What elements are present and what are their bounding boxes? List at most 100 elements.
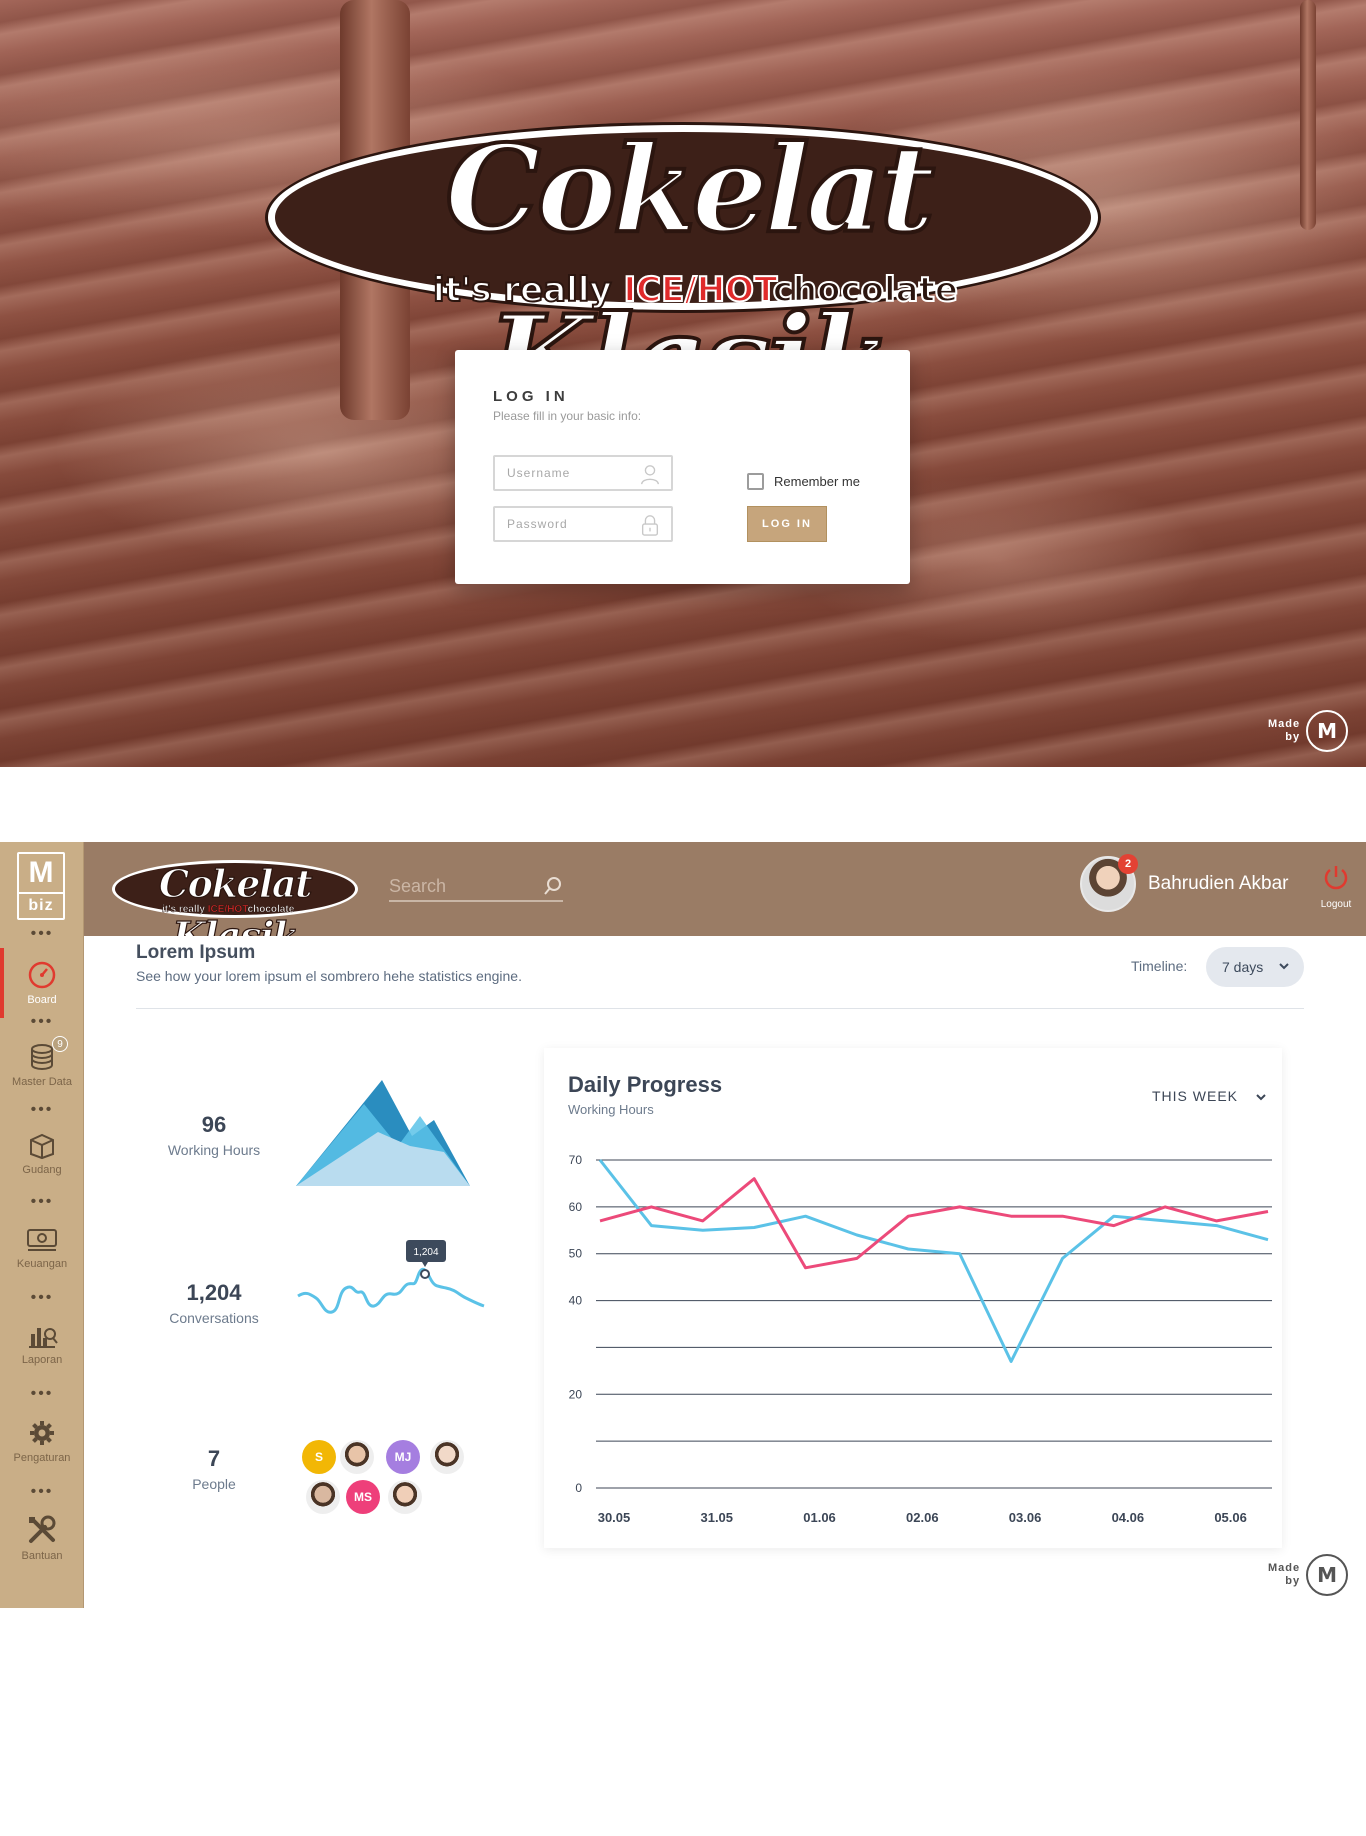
person-avatar-photo[interactable] <box>430 1440 464 1474</box>
made-by-line2: by <box>1285 1575 1301 1587</box>
main-content: Lorem Ipsum See how your lorem ipsum el … <box>84 936 1366 1608</box>
sparkline-tooltip: 1,204 <box>413 1247 438 1258</box>
sidebar: M biz ••• Board ••• 9 Master Data ••• Gu… <box>0 842 84 1608</box>
user-icon <box>641 465 659 485</box>
person-avatar-photo[interactable] <box>306 1480 340 1514</box>
y-tick-label: 20 <box>569 1387 583 1401</box>
x-tick-label: 30.05 <box>598 1510 631 1525</box>
logo-tagline: it's really ICE/HOTchocolate <box>432 269 1033 311</box>
section-divider <box>136 1008 1304 1009</box>
stat-value: 1,204 <box>186 1280 242 1305</box>
x-tick-label: 05.06 <box>1214 1510 1247 1525</box>
made-by-text: Made by <box>1268 718 1300 744</box>
x-tick-label: 03.06 <box>1009 1510 1042 1525</box>
person-avatar-photo[interactable] <box>388 1480 422 1514</box>
separator: ••• <box>30 925 54 942</box>
top-bar: Cokelat Klasik it's really ICE/HOTchocol… <box>84 842 1366 959</box>
search-box[interactable] <box>389 872 563 902</box>
lock-icon <box>641 515 659 536</box>
stat-label: Conversations <box>169 1310 259 1326</box>
brand-logo: Cokelat Klasik it's really ICE/HOTchocol… <box>268 95 1098 432</box>
made-by-badge[interactable]: Made by M <box>1268 1554 1349 1596</box>
stat-label: People <box>192 1476 236 1492</box>
made-by-line2: by <box>1285 731 1301 743</box>
stat-people: 7 People <box>144 1446 284 1492</box>
timeline-label: Timeline: <box>1131 958 1188 974</box>
logo-tag-pre: it's really <box>432 269 613 311</box>
separator: ••• <box>30 1013 54 1030</box>
made-by-line1: Made <box>1268 718 1301 730</box>
person-avatar-photo[interactable] <box>340 1440 374 1474</box>
master-data-badge: 9 <box>52 1036 68 1052</box>
person-avatar-initials[interactable]: MS <box>346 1480 380 1514</box>
password-field[interactable] <box>493 506 673 542</box>
section-title: Lorem Ipsum <box>136 942 256 963</box>
header-logo-tag-red: ICE/HOT <box>207 904 248 916</box>
user-menu[interactable]: 2 Bahrudien Akbar <box>1080 854 1289 912</box>
logout-label: Logout <box>1320 899 1352 910</box>
sidebar-item-pengaturan[interactable]: Pengaturan <box>0 1418 84 1464</box>
password-input[interactable] <box>495 508 625 540</box>
daily-progress-card: Daily Progress Working Hours THIS WEEK 0… <box>544 1048 1282 1548</box>
series-line-1 <box>599 1177 1269 1270</box>
series-line-0 <box>598 1159 1269 1363</box>
login-subtitle: Please fill in your basic info: <box>493 409 642 423</box>
sidebar-item-board[interactable]: Board <box>0 960 84 1006</box>
sidebar-item-label: Bantuan <box>21 1550 63 1562</box>
timeline-select[interactable]: 7 days <box>1206 947 1304 987</box>
person-avatar-initials[interactable]: MJ <box>386 1440 420 1474</box>
box-icon <box>30 1133 54 1160</box>
notification-badge[interactable]: 2 <box>1118 854 1138 874</box>
separator: ••• <box>30 1483 54 1500</box>
daily-progress-chart: 0 20 40 50 60 70 30.05 31.05 01.06 02.06 03.06 04.0… <box>569 1153 1272 1525</box>
username-input[interactable] <box>495 457 625 489</box>
sidebar-item-label: Gudang <box>22 1164 62 1176</box>
sidebar-item-gudang[interactable]: Gudang <box>0 1130 84 1176</box>
sidebar-item-label: Board <box>27 994 57 1006</box>
gear-icon <box>30 1421 54 1445</box>
y-tick-label: 50 <box>569 1247 583 1261</box>
login-button[interactable]: LOG IN <box>747 506 827 542</box>
header-logo[interactable]: Cokelat Klasik it's really ICE/HOTchocol… <box>112 856 358 959</box>
login-card: LOG IN Please fill in your basic info: R… <box>455 350 910 584</box>
brand-box-top: M <box>19 854 63 894</box>
stat-label: Working Hours <box>167 1142 261 1158</box>
made-by-logo-icon: M <box>1306 1554 1349 1596</box>
logo-tag-post: chocolate <box>772 269 959 311</box>
person-avatar-initials[interactable]: S <box>302 1440 336 1474</box>
stat-conversations: 1,204 Conversations <box>144 1280 284 1326</box>
login-title: LOG IN <box>493 388 569 405</box>
x-tick-label: 02.06 <box>906 1510 939 1525</box>
stat-working-hours: 96 Working Hours <box>144 1112 284 1158</box>
separator: ••• <box>30 1193 54 1210</box>
username-field[interactable] <box>493 455 673 491</box>
y-tick-label: 70 <box>569 1153 583 1167</box>
made-by-badge[interactable]: Made by M <box>1268 710 1349 752</box>
search-input[interactable] <box>389 872 529 900</box>
remember-me[interactable]: Remember me <box>747 473 860 490</box>
mountain-chart <box>296 1080 470 1186</box>
separator: ••• <box>30 1289 54 1306</box>
y-tick-label: 60 <box>569 1200 583 1214</box>
header-logo-tagline: it's really ICE/HOTchocolate <box>162 904 295 916</box>
logout-button[interactable]: Logout <box>1306 862 1366 910</box>
made-by-text: Made by <box>1268 1562 1300 1588</box>
separator: ••• <box>30 1101 54 1118</box>
sidebar-item-laporan[interactable]: Laporan <box>0 1320 84 1366</box>
header-logo-tag-pre: it's really <box>162 904 205 916</box>
sidebar-item-bantuan[interactable]: Bantuan <box>0 1514 84 1562</box>
stat-value: 96 <box>201 1112 227 1137</box>
search-icon[interactable] <box>543 876 563 896</box>
sidebar-item-label: Keuangan <box>16 1258 68 1270</box>
mbiz-logo[interactable]: M biz <box>17 852 65 920</box>
login-hero: Cokelat Klasik it's really ICE/HOTchocol… <box>0 0 1366 767</box>
dashboard: M biz ••• Board ••• 9 Master Data ••• Gu… <box>0 842 1366 1608</box>
separator: ••• <box>30 1385 54 1402</box>
remember-label: Remember me <box>774 474 860 489</box>
report-icon <box>29 1328 58 1348</box>
sidebar-item-keuangan[interactable]: Keuangan <box>0 1224 84 1270</box>
remember-checkbox[interactable] <box>747 473 764 490</box>
chocolate-drip <box>1300 0 1316 230</box>
sidebar-item-master-data[interactable]: 9 Master Data <box>0 1036 84 1088</box>
user-avatar[interactable]: 2 <box>1080 854 1138 912</box>
